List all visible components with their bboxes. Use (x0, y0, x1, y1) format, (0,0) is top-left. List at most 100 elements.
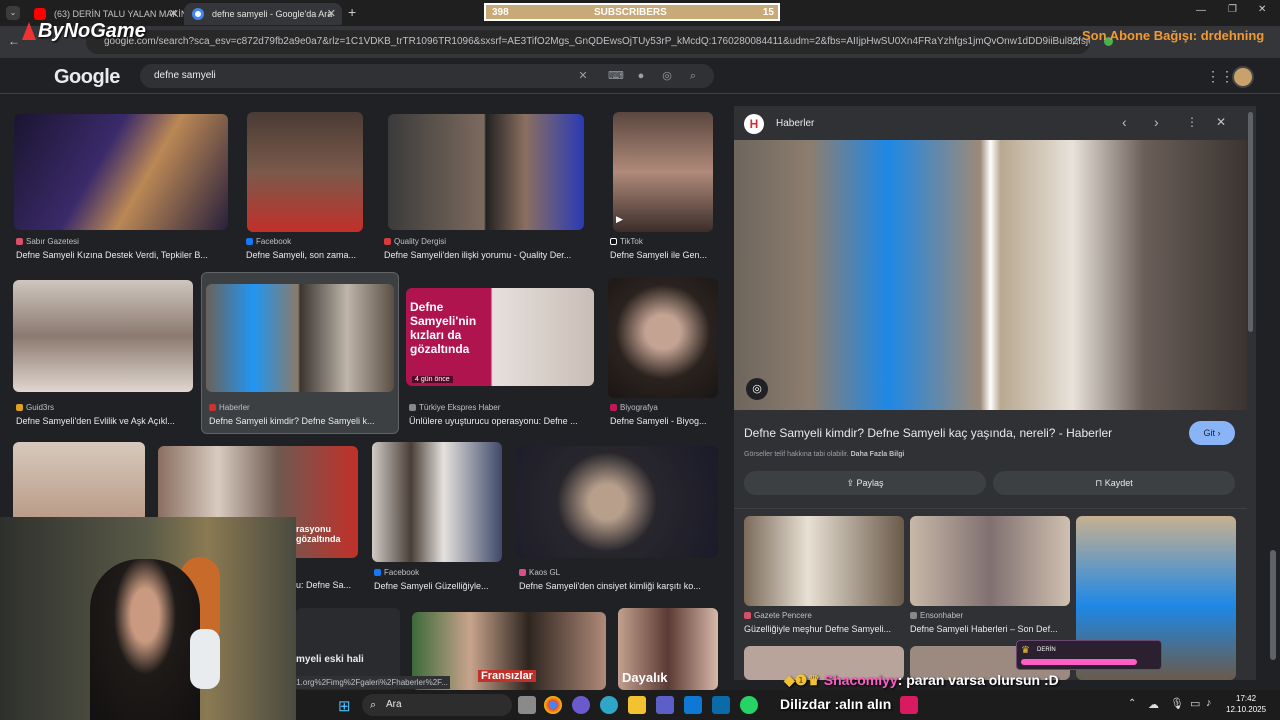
search-box[interactable]: defne samyeli ✕ ⌨ ● ◎ ⌕ (140, 64, 714, 88)
result-image[interactable] (516, 446, 718, 558)
result-title[interactable]: Defne Samyeli ile Gen... (610, 250, 716, 260)
preview-image[interactable] (734, 140, 1247, 410)
go-button[interactable]: Git › (1189, 421, 1235, 445)
prev-icon[interactable]: ‹ (1122, 114, 1127, 130)
panel-source[interactable]: Haberler (776, 118, 814, 129)
facebook-icon (246, 238, 253, 245)
source-label: Gazete Pencere (754, 611, 812, 620)
edge-icon[interactable] (600, 696, 618, 714)
result-source: Sabır Gazetesi (16, 237, 79, 246)
clock-date[interactable]: 12.10.2025 (1226, 705, 1266, 714)
thumb-headline: Dayalık (622, 670, 668, 685)
search-input[interactable]: defne samyeli (154, 64, 216, 88)
result-source: Biyografya (610, 403, 658, 412)
result-image[interactable] (206, 284, 394, 392)
outlook-icon[interactable] (684, 696, 702, 714)
close-tab-icon[interactable]: ✕ (169, 3, 178, 25)
windows-start-icon[interactable]: ⊞ (338, 697, 351, 715)
result-image[interactable] (613, 112, 713, 232)
facebook-icon (374, 569, 381, 576)
mic-icon[interactable]: ● (634, 69, 648, 83)
result-image[interactable] (13, 280, 193, 392)
onedrive-icon[interactable]: ☁ (1148, 698, 1159, 711)
panel-title[interactable]: Defne Samyeli kimdir? Defne Samyeli kaç … (744, 426, 1174, 440)
related-image[interactable] (910, 516, 1070, 606)
more-info-link[interactable]: Daha Fazla Bilgi (851, 451, 905, 458)
save-button[interactable]: ⊓ Kaydet (993, 471, 1235, 495)
maximize-icon[interactable]: ❐ (1228, 4, 1237, 15)
minimize-icon[interactable]: — (1196, 5, 1206, 16)
result-title[interactable]: Defne Samyeli Güzelliğiyle... (374, 581, 504, 591)
result-title[interactable]: Defne Samyeli kimdir? Defne Samyeli k... (209, 416, 393, 426)
result-title[interactable]: Defne Samyeli Kızına Destek Verdi, Tepki… (16, 250, 226, 260)
task-view-icon[interactable] (518, 696, 536, 714)
source-label: Guid3rs (26, 403, 55, 412)
calculator-icon[interactable] (712, 696, 730, 714)
search-icon[interactable]: ⌕ (686, 69, 700, 83)
result-image[interactable]: Dayalık (618, 608, 718, 690)
result-image[interactable] (388, 114, 584, 230)
related-image[interactable] (744, 516, 904, 606)
result-title[interactable]: Defne Samyeli'den ilişki yorumu - Qualit… (384, 250, 588, 260)
close-window-icon[interactable]: ✕ (1258, 4, 1266, 15)
chrome-icon[interactable] (544, 696, 562, 714)
search-icon: ⌕ (370, 699, 377, 711)
copyright-notice: Görseller telif hakkına tabi olabilir. D… (744, 451, 904, 458)
mic-tray-icon[interactable]: 🎙 (1170, 697, 1184, 710)
result-image[interactable] (608, 278, 718, 398)
result-title[interactable]: u: Defne Sa... (296, 580, 358, 590)
source-favicon-icon (16, 404, 23, 411)
source-favicon-icon (384, 238, 391, 245)
close-panel-icon[interactable]: ✕ (1216, 115, 1226, 129)
url-field[interactable]: google.com/search?sca_esv=c872d79fb2a9e0… (86, 30, 1090, 54)
result-image[interactable] (13, 442, 145, 522)
result-source: TikTok (610, 237, 643, 246)
result-image[interactable] (247, 112, 363, 232)
result-image[interactable] (14, 114, 228, 230)
video-play-icon: ▶ (616, 214, 623, 224)
tray-chevron-icon[interactable]: ⌃ (1128, 698, 1136, 709)
result-title[interactable]: Defne Samyeli'den cinsiyet kimliği karşı… (519, 581, 717, 591)
copilot-icon[interactable] (572, 696, 590, 714)
result-title[interactable]: myeli eski hali (296, 654, 364, 665)
related-title[interactable]: Güzelliğiyle meşhur Defne Samyeli... (744, 624, 908, 634)
keyboard-icon[interactable]: ⌨ (608, 69, 624, 83)
tab-google[interactable]: defne samyeli - Google'da Ara ✕ (184, 3, 342, 25)
file-explorer-icon[interactable] (628, 696, 646, 714)
more-options-icon[interactable]: ⋮ (1186, 115, 1198, 129)
next-icon[interactable]: › (1154, 114, 1159, 130)
new-tab-button[interactable]: + (348, 4, 356, 20)
result-title[interactable]: Ünlülere uyuşturucu operasyonu: Defne ..… (409, 416, 599, 426)
result-source: Quality Dergisi (384, 237, 446, 246)
related-title[interactable]: Defne Samyeli Haberleri – Son Def... (910, 624, 1070, 634)
lens-search-icon[interactable]: ◎ (746, 378, 768, 400)
share-button[interactable]: ⇪ Paylaş (744, 471, 986, 495)
tab-list-chevron-icon[interactable]: ⌄ (6, 6, 20, 20)
google-logo[interactable]: Google (54, 66, 120, 89)
result-title[interactable]: Defne Samyeli'den Evlilik ve Aşk Açıkl..… (16, 416, 190, 426)
avatar[interactable] (1232, 66, 1254, 88)
result-image[interactable] (372, 442, 502, 562)
clear-icon[interactable]: ✕ (576, 69, 590, 83)
whatsapp-icon[interactable] (740, 696, 758, 714)
source-favicon-icon (744, 612, 751, 619)
volume-icon[interactable]: ♪ (1206, 697, 1212, 709)
taskbar-search[interactable]: ⌕ Ara (362, 694, 512, 716)
page-scrollbar[interactable] (1270, 550, 1276, 660)
network-icon[interactable]: ▭ (1190, 697, 1200, 710)
lens-icon[interactable]: ◎ (660, 69, 674, 83)
clock-time[interactable]: 17:42 (1236, 694, 1256, 703)
panel-scrollbar[interactable] (1248, 112, 1253, 332)
back-icon[interactable]: ← (8, 34, 20, 48)
result-image[interactable]: Defne Samyeli'nin kızları da gözaltında … (406, 288, 594, 386)
divider (734, 508, 1247, 509)
app-icon[interactable] (900, 696, 918, 714)
result-title[interactable]: Defne Samyeli, son zama... (246, 250, 368, 260)
result-source: Facebook (374, 568, 419, 577)
close-tab-icon[interactable]: ✕ (327, 3, 336, 25)
bookmark-star-icon[interactable]: ☆ (1070, 34, 1081, 48)
teams-icon[interactable] (656, 696, 674, 714)
result-title[interactable]: Defne Samyeli - Biyog... (610, 416, 716, 426)
crown-icon: ♛ (1021, 645, 1030, 656)
apps-grid-icon[interactable]: ⋮⋮ (1206, 68, 1234, 85)
